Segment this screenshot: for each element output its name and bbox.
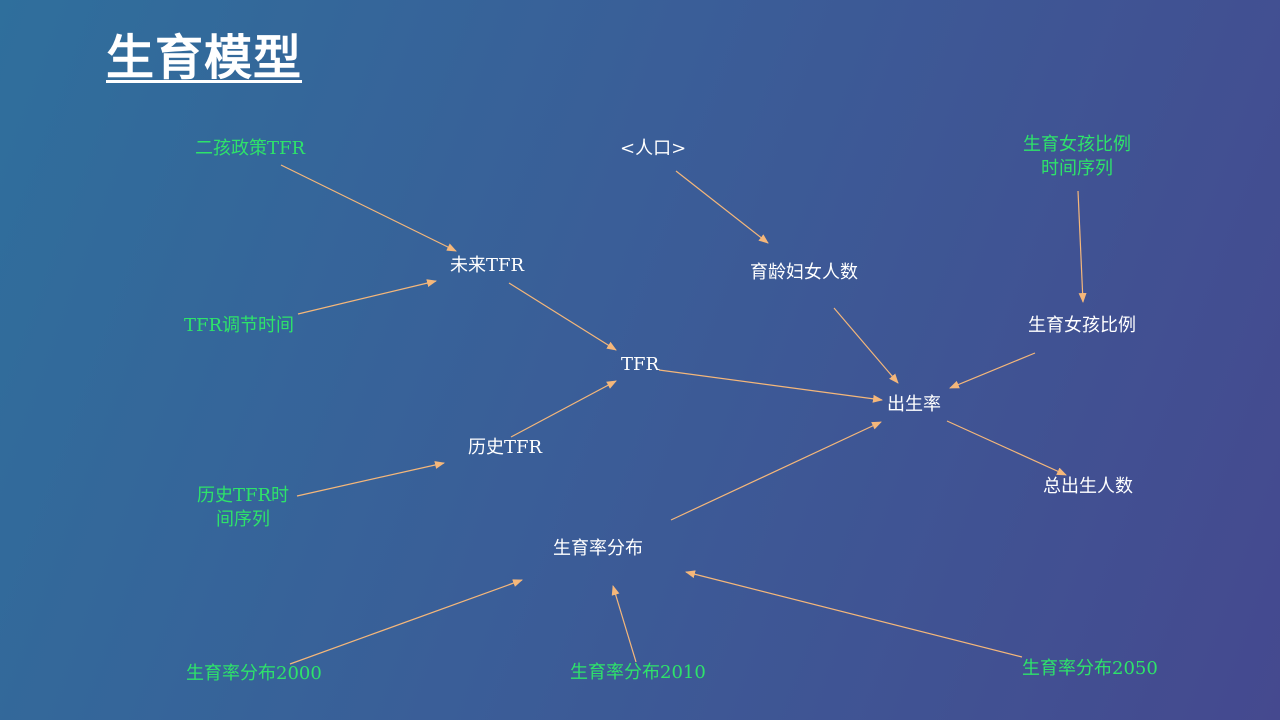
arrow-birth-rate-to-total-births [946,420,1067,476]
node-birth-rate: 出生率 [887,394,941,415]
arrow-historical-series-to-historical-tfr [296,461,445,497]
node-girl-ratio-series-line2: 时间序列 [1041,158,1113,179]
node-historical-tfr-series-line1: 历史TFR时 [196,485,290,506]
node-historical-tfr-series-line2: 间序列 [216,509,270,530]
node-girl-ratio: 生育女孩比例 [1028,315,1136,336]
node-historical-tfr-series: 历史TFR时 间序列 [188,484,298,532]
arrow-dist2010-to-distribution [611,585,637,663]
arrow-girl-series-to-girl-ratio [1077,190,1087,303]
arrow-tfr-to-birth-rate [658,369,883,403]
arrow-distribution-to-birth-rate [670,421,882,521]
node-fertility-dist-2010: 生育率分布2010 [570,662,706,683]
node-fertility-distribution: 生育率分布 [553,538,643,559]
arrow-population-to-women [675,170,769,244]
arrow-dist2050-to-distribution [685,570,1023,658]
node-girl-ratio-series: 生育女孩比例 时间序列 [1010,133,1144,181]
arrow-girl-ratio-to-birth-rate [949,352,1036,389]
node-historical-tfr: 历史TFR [468,437,543,458]
node-girl-ratio-series-line1: 生育女孩比例 [1023,134,1131,155]
node-tfr-adjust-time: TFR调节时间 [184,315,295,336]
node-fertility-dist-2000: 生育率分布2000 [186,663,322,684]
arrow-historical-tfr-to-tfr [510,380,617,438]
node-fertility-dist-2050: 生育率分布2050 [1022,658,1158,679]
arrow-dist2000-to-distribution [289,579,523,665]
arrow-second-child-to-future-tfr [280,164,457,252]
arrow-women-to-birth-rate [833,307,899,384]
node-second-child-tfr: 二孩政策TFR [195,138,306,159]
node-total-births: 总出生人数 [1043,476,1133,497]
arrow-future-tfr-to-tfr [508,282,617,351]
arrow-adjust-time-to-future-tfr [297,279,437,315]
node-future-tfr: 未来TFR [450,255,525,276]
node-population: <人口> [620,138,687,159]
node-tfr: TFR [621,354,660,375]
node-women-childbearing-age: 育龄妇女人数 [750,262,858,283]
